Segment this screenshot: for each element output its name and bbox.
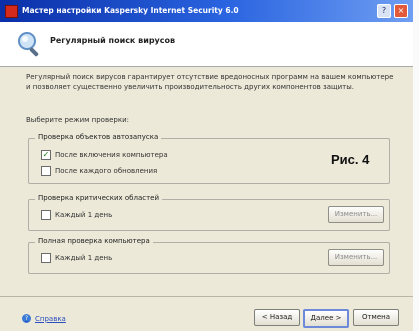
option-full-daily[interactable]: Каждый 1 день <box>41 253 112 263</box>
figure-label: Рис. 4 <box>331 152 370 167</box>
option-after-boot[interactable]: ✓ После включения компьютера <box>41 150 168 160</box>
change-critical-schedule-button[interactable]: Изменить... <box>328 206 384 223</box>
help-window-button[interactable]: ? <box>377 4 391 18</box>
option-critical-daily[interactable]: Каждый 1 день <box>41 210 112 220</box>
help-link-label: Справка <box>35 314 66 323</box>
page-margin <box>413 0 419 331</box>
checkbox-critical-daily[interactable] <box>41 210 51 220</box>
help-link[interactable]: ? Справка <box>22 314 66 323</box>
full-scan-group: Полная проверка компьютера Каждый 1 день… <box>28 237 390 274</box>
critical-areas-group: Проверка критических областей Каждый 1 д… <box>28 194 390 231</box>
magnifier-icon <box>18 32 39 57</box>
select-mode-label: Выберите режим проверки: <box>26 116 129 124</box>
wizard-window: Мастер настройки Kaspersky Internet Secu… <box>0 0 413 331</box>
option-after-update[interactable]: После каждого обновления <box>41 166 157 176</box>
group-legend: Проверка объектов автозапуска <box>35 133 162 141</box>
page-title: Регулярный поиск вирусов <box>50 36 176 45</box>
change-full-schedule-button[interactable]: Изменить... <box>328 249 384 266</box>
footer-divider <box>0 296 413 297</box>
option-label: После включения компьютера <box>55 151 168 159</box>
description-text: Регулярный поиск вирусов гарантирует отс… <box>26 73 394 91</box>
option-label: Каждый 1 день <box>55 254 113 262</box>
checkbox-after-update[interactable] <box>41 166 51 176</box>
group-legend: Проверка критических областей <box>35 194 163 202</box>
kaspersky-app-icon <box>5 5 18 18</box>
title-bar[interactable]: Мастер настройки Kaspersky Internet Secu… <box>0 0 413 22</box>
option-label: Каждый 1 день <box>55 211 113 219</box>
window-title: Мастер настройки Kaspersky Internet Secu… <box>22 6 239 15</box>
back-button[interactable]: < Назад <box>254 309 300 326</box>
cancel-button[interactable]: Отмена <box>353 309 399 326</box>
option-label: После каждого обновления <box>55 167 158 175</box>
next-button[interactable]: Далее > <box>303 309 349 328</box>
help-icon: ? <box>22 314 31 323</box>
checkbox-full-daily[interactable] <box>41 253 51 263</box>
checkbox-after-boot[interactable]: ✓ <box>41 150 51 160</box>
wizard-header: Регулярный поиск вирусов <box>0 22 413 67</box>
group-legend: Полная проверка компьютера <box>35 237 153 245</box>
close-window-button[interactable]: × <box>394 4 408 18</box>
